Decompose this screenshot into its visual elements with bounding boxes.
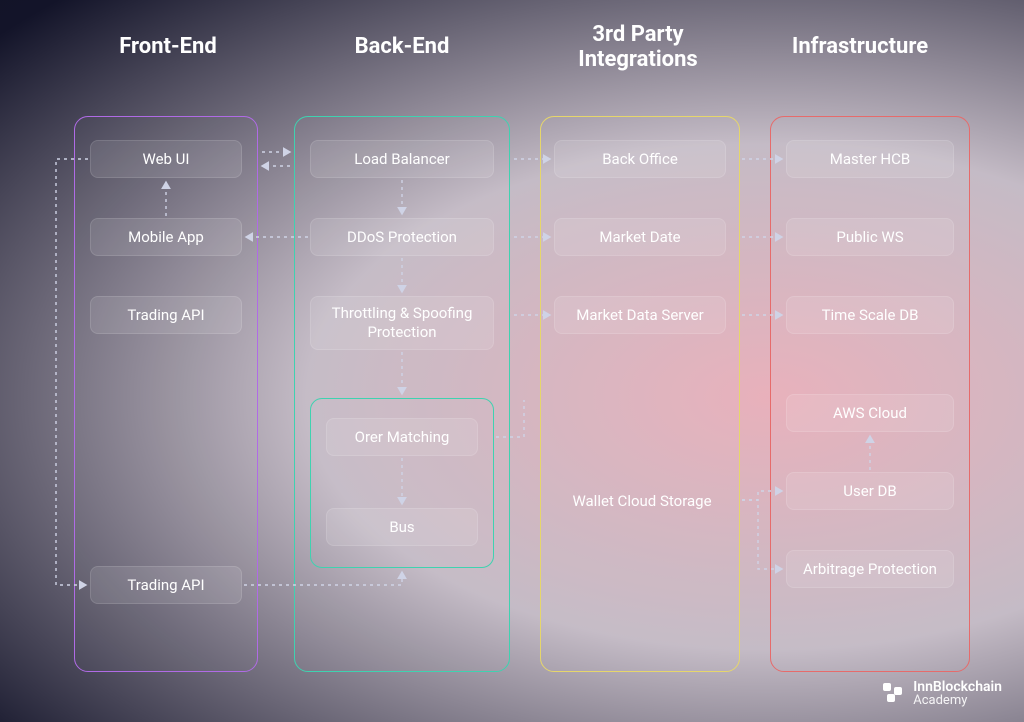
node-order-matching: Orer Matching (326, 418, 478, 456)
node-time-scale-db: Time Scale DB (786, 296, 954, 334)
node-arbitrage: Arbitrage Protection (786, 550, 954, 588)
node-market-data-server: Market Data Server (554, 296, 726, 334)
node-market-date: Market Date (554, 218, 726, 256)
logo-text-1: InnBlockchain (913, 680, 1002, 695)
logo-text-2: Academy (913, 694, 1002, 708)
logo-innblockchain: InnBlockchain Academy (883, 680, 1002, 708)
heading-frontend: Front-End (68, 34, 268, 59)
node-user-db: User DB (786, 472, 954, 510)
node-trading-api-1: Trading API (90, 296, 242, 334)
node-public-ws: Public WS (786, 218, 954, 256)
logo-mark-icon (883, 683, 905, 705)
label-wallet-cloud-storage: Wallet Cloud Storage (562, 492, 722, 510)
heading-backend: Back-End (302, 34, 502, 59)
group-thirdparty (540, 116, 740, 672)
node-bus: Bus (326, 508, 478, 546)
node-web-ui: Web UI (90, 140, 242, 178)
group-backend (294, 116, 510, 672)
node-trading-api-2: Trading API (90, 566, 242, 604)
heading-infra: Infrastructure (760, 34, 960, 59)
node-back-office: Back Office (554, 140, 726, 178)
node-aws-cloud: AWS Cloud (786, 394, 954, 432)
node-master-hcb: Master HCB (786, 140, 954, 178)
node-mobile-app: Mobile App (90, 218, 242, 256)
node-throttling: Throttling & Spoofing Protection (310, 296, 494, 350)
heading-thirdparty: 3rd Party Integrations (538, 22, 738, 72)
node-ddos: DDoS Protection (310, 218, 494, 256)
node-load-balancer: Load Balancer (310, 140, 494, 178)
diagram-stage: Front-End Back-End 3rd Party Integration… (0, 0, 1024, 722)
